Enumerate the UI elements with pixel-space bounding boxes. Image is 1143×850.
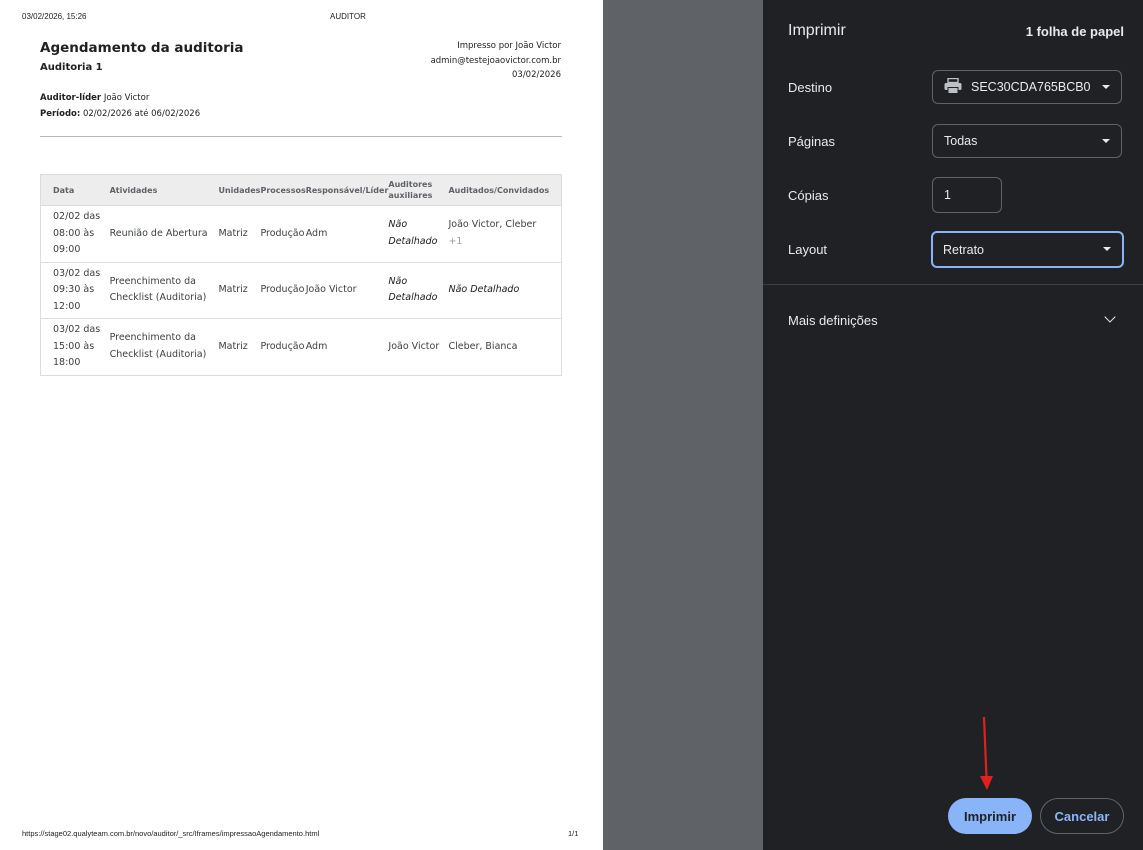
cell-assistants: Não Detalhado bbox=[388, 261, 449, 319]
cell-activity: Reunião de Abertura bbox=[109, 205, 219, 262]
table-header-row: Data Atividades Unidades Processos Respo… bbox=[40, 174, 562, 206]
cell-responsible: Adm bbox=[305, 205, 389, 262]
dropdown-caret-icon bbox=[1102, 85, 1110, 89]
cell-activity: Preenchimento da Checklist (Auditoria) bbox=[109, 261, 219, 319]
sheet-count: 1 folha de papel bbox=[1025, 24, 1124, 39]
print-settings-panel: Imprimir 1 folha de papel Destino SEC30C… bbox=[763, 0, 1143, 850]
printed-email: admin@testejoaovictor.com.br bbox=[430, 55, 561, 66]
printed-by-block: Impresso por João Victor admin@testejoao… bbox=[431, 39, 561, 83]
layout-value: Retrato bbox=[943, 242, 984, 257]
period-value: 02/02/2026 até 06/02/2026 bbox=[82, 109, 201, 119]
copies-input[interactable]: 1 bbox=[932, 177, 1002, 213]
cell-unit: Matriz bbox=[218, 261, 261, 319]
cell-process: Produção bbox=[260, 261, 306, 319]
cell-audited: Cleber, Bianca bbox=[448, 318, 562, 375]
divider bbox=[40, 136, 562, 137]
column-header: Unidades bbox=[218, 185, 261, 195]
audited-names: João Victor, Cleber bbox=[448, 219, 537, 231]
lead-auditor-value: João Victor bbox=[103, 93, 150, 103]
layout-select[interactable]: Retrato bbox=[931, 231, 1124, 268]
column-header: Atividades bbox=[109, 185, 158, 195]
cell-responsible: João Victor bbox=[305, 261, 389, 319]
printer-icon bbox=[944, 77, 962, 97]
cell-date: 03/02 das 09:30 às 12:00 bbox=[40, 261, 110, 319]
column-header: Processos bbox=[260, 185, 306, 195]
column-header: Auditados/Convidados bbox=[448, 185, 550, 195]
schedule-table: Data Atividades Unidades Processos Respo… bbox=[40, 174, 562, 376]
cell-unit: Matriz bbox=[218, 205, 261, 262]
lead-auditor-line: Auditor-líder João Victor bbox=[40, 93, 149, 103]
cell-assistants: Não Detalhado bbox=[388, 205, 449, 262]
copies-value: 1 bbox=[944, 188, 951, 202]
cell-audited: João Victor, Cleber +1 bbox=[448, 205, 562, 262]
cell-unit: Matriz bbox=[218, 318, 261, 375]
destination-select[interactable]: SEC30CDA765BCB0 bbox=[932, 70, 1122, 104]
cell-date: 02/02 das 08:00 às 09:00 bbox=[40, 205, 110, 262]
divider bbox=[763, 284, 1143, 285]
period-line: Período: 02/02/2026 até 06/02/2026 bbox=[40, 109, 200, 119]
cell-responsible: Adm bbox=[305, 318, 389, 375]
page-header-title: AUDITOR bbox=[330, 12, 366, 21]
column-header: Data bbox=[53, 185, 75, 195]
printed-date: 03/02/2026 bbox=[512, 70, 561, 80]
cell-process: Produção bbox=[260, 205, 306, 262]
dropdown-caret-icon bbox=[1102, 139, 1110, 143]
pages-label: Páginas bbox=[788, 134, 835, 149]
destination-value: SEC30CDA765BCB0 bbox=[971, 80, 1091, 94]
panel-title: Imprimir bbox=[788, 22, 846, 39]
column-header: Auditores auxiliares bbox=[388, 180, 433, 200]
copies-label: Cópias bbox=[788, 188, 829, 203]
document-title: Agendamento da auditoria bbox=[40, 40, 244, 56]
cell-audited: Não Detalhado bbox=[448, 261, 562, 319]
more-settings-toggle[interactable]: Mais definições bbox=[788, 313, 878, 328]
dropdown-caret-icon bbox=[1103, 247, 1111, 251]
lead-auditor-label: Auditor-líder bbox=[40, 93, 102, 103]
table-row: 03/02 das 15:00 às 18:00 Preenchimento d… bbox=[40, 318, 562, 375]
document-subtitle: Auditoria 1 bbox=[40, 62, 103, 73]
pages-value: Todas bbox=[944, 134, 978, 148]
pages-select[interactable]: Todas bbox=[932, 124, 1122, 158]
print-button[interactable]: Imprimir bbox=[948, 798, 1032, 834]
destination-label: Destino bbox=[788, 80, 833, 95]
cell-activity: Preenchimento da Checklist (Auditoria) bbox=[109, 318, 219, 375]
audited-more: +1 bbox=[448, 235, 463, 247]
page-footer-number: 1/1 bbox=[568, 829, 579, 838]
printed-by: Impresso por João Victor bbox=[457, 41, 561, 51]
column-header: Responsável/Líder bbox=[305, 185, 389, 195]
print-preview-page: 03/02/2026, 15:26 AUDITOR Agendamento da… bbox=[0, 0, 603, 850]
page-footer-url: https://stage02.qualyteam.com.br/novo/au… bbox=[22, 829, 320, 838]
page-header-datetime: 03/02/2026, 15:26 bbox=[22, 12, 87, 21]
cell-process: Produção bbox=[260, 318, 306, 375]
cell-assistants: João Victor bbox=[388, 318, 449, 375]
table-row: 02/02 das 08:00 às 09:00 Reunião de Aber… bbox=[40, 205, 562, 262]
layout-label: Layout bbox=[788, 242, 828, 257]
cell-date: 03/02 das 15:00 às 18:00 bbox=[40, 318, 110, 375]
period-label: Período: bbox=[40, 109, 81, 119]
cancel-button[interactable]: Cancelar bbox=[1040, 798, 1124, 834]
table-row: 03/02 das 09:30 às 12:00 Preenchimento d… bbox=[40, 261, 562, 319]
chevron-down-icon[interactable] bbox=[1104, 311, 1116, 323]
